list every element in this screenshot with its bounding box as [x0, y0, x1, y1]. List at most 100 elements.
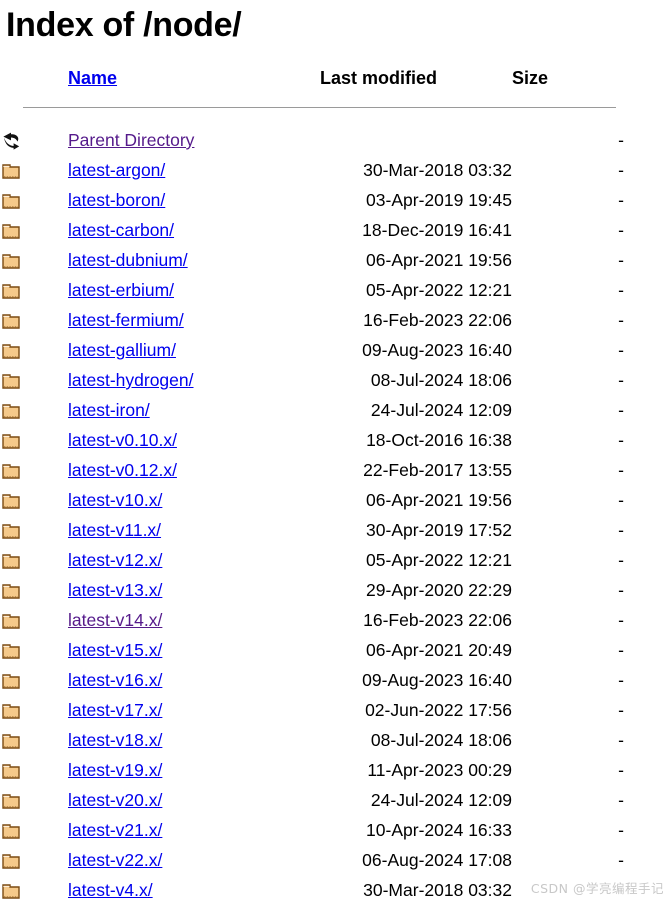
row-name-cell: latest-v22.x/ — [68, 845, 320, 875]
page-title: Index of /node/ — [6, 6, 242, 44]
row-last-modified-cell: 10-Apr-2024 16:33 — [366, 820, 512, 840]
row-description-cell — [624, 785, 672, 815]
row-name-cell: latest-v4.x/ — [68, 875, 320, 905]
row-size-cell: - — [618, 670, 624, 690]
row-description-cell — [624, 755, 672, 785]
row-description-cell — [624, 395, 672, 425]
folder-icon — [0, 700, 22, 722]
folder-icon — [0, 490, 22, 512]
directory-link[interactable]: latest-v13.x/ — [68, 580, 162, 600]
row-name-cell: latest-v12.x/ — [68, 545, 320, 575]
directory-link[interactable]: latest-dubnium/ — [68, 250, 188, 270]
directory-link[interactable]: latest-v10.x/ — [68, 490, 162, 510]
table-row: latest-v20.x/24-Jul-2024 12:09 - — [0, 785, 672, 815]
row-last-modified-cell: 29-Apr-2020 22:29 — [366, 580, 512, 600]
directory-link[interactable]: latest-v22.x/ — [68, 850, 162, 870]
directory-link[interactable]: latest-v14.x/ — [68, 610, 162, 630]
row-name-cell: latest-iron/ — [68, 395, 320, 425]
directory-link[interactable]: latest-v18.x/ — [68, 730, 162, 750]
row-last-modified-cell: 03-Apr-2019 19:45 — [366, 190, 512, 210]
row-size-cell: - — [618, 130, 624, 150]
column-header-name[interactable]: Name — [68, 68, 320, 95]
directory-link[interactable]: latest-v17.x/ — [68, 700, 162, 720]
directory-link[interactable]: latest-v0.10.x/ — [68, 430, 177, 450]
table-row: latest-v11.x/30-Apr-2019 17:52 - — [0, 515, 672, 545]
row-description-cell — [624, 695, 672, 725]
row-name-cell: latest-v21.x/ — [68, 815, 320, 845]
folder-icon — [0, 220, 22, 242]
directory-link[interactable]: latest-v11.x/ — [68, 520, 161, 540]
folder-icon — [0, 610, 22, 632]
row-last-modified-cell: 08-Jul-2024 18:06 — [370, 370, 512, 390]
directory-link[interactable]: Parent Directory — [68, 130, 194, 150]
row-name-cell: latest-carbon/ — [68, 215, 320, 245]
row-icon-cell — [0, 455, 68, 485]
directory-link[interactable]: latest-v0.12.x/ — [68, 460, 177, 480]
folder-icon — [0, 370, 22, 392]
folder-icon — [0, 520, 22, 542]
column-header-last-modified: Last modified — [320, 68, 438, 88]
directory-link[interactable]: latest-iron/ — [68, 400, 150, 420]
row-size-cell: - — [618, 310, 624, 330]
folder-icon — [0, 550, 22, 572]
row-icon-cell — [0, 605, 68, 635]
directory-link[interactable]: latest-v20.x/ — [68, 790, 162, 810]
row-name-cell: Parent Directory — [68, 125, 320, 155]
row-last-modified-cell: 30-Apr-2019 17:52 — [366, 520, 512, 540]
row-size-cell: - — [618, 700, 624, 720]
header-rule-row — [0, 95, 672, 125]
row-icon-cell — [0, 335, 68, 365]
row-size-cell: - — [618, 400, 624, 420]
directory-link[interactable]: latest-v16.x/ — [68, 670, 162, 690]
row-description-cell — [624, 545, 672, 575]
row-size-cell: - — [618, 790, 624, 810]
directory-link[interactable]: latest-fermium/ — [68, 310, 184, 330]
row-description-cell — [624, 605, 672, 635]
row-name-cell: latest-v19.x/ — [68, 755, 320, 785]
directory-link[interactable]: latest-v19.x/ — [68, 760, 162, 780]
directory-link[interactable]: latest-v21.x/ — [68, 820, 162, 840]
folder-icon — [0, 400, 22, 422]
folder-icon — [0, 640, 22, 662]
table-row: latest-v16.x/09-Aug-2023 16:40 - — [0, 665, 672, 695]
row-name-cell: latest-boron/ — [68, 185, 320, 215]
directory-link[interactable]: latest-v15.x/ — [68, 640, 162, 660]
directory-link[interactable]: latest-gallium/ — [68, 340, 176, 360]
row-name-cell: latest-v0.10.x/ — [68, 425, 320, 455]
row-description-cell — [624, 635, 672, 665]
table-row: latest-boron/03-Apr-2019 19:45 - — [0, 185, 672, 215]
row-size-cell: - — [618, 250, 624, 270]
column-header-icon — [0, 68, 68, 95]
directory-link[interactable]: latest-erbium/ — [68, 280, 174, 300]
directory-link[interactable]: latest-v4.x/ — [68, 880, 153, 900]
row-description-cell — [624, 455, 672, 485]
table-row: Parent Directory - — [0, 125, 672, 155]
table-row: latest-v14.x/16-Feb-2023 22:06 - — [0, 605, 672, 635]
row-icon-cell — [0, 245, 68, 275]
row-description-cell — [624, 485, 672, 515]
row-last-modified-cell: 16-Feb-2023 22:06 — [363, 610, 512, 630]
table-row: latest-dubnium/06-Apr-2021 19:56 - — [0, 245, 672, 275]
row-description-cell — [624, 275, 672, 305]
row-last-modified-cell: 09-Aug-2023 16:40 — [362, 670, 512, 690]
table-row: latest-fermium/16-Feb-2023 22:06 - — [0, 305, 672, 335]
sort-by-name-link[interactable]: Name — [68, 68, 117, 88]
directory-link[interactable]: latest-argon/ — [68, 160, 165, 180]
directory-link[interactable]: latest-carbon/ — [68, 220, 174, 240]
table-row: latest-v18.x/08-Jul-2024 18:06 - — [0, 725, 672, 755]
directory-link[interactable]: latest-boron/ — [68, 190, 165, 210]
row-size-cell: - — [618, 490, 624, 510]
folder-icon — [0, 310, 22, 332]
row-size-cell: - — [618, 190, 624, 210]
column-header-spacer — [624, 68, 672, 95]
table-row: latest-v12.x/05-Apr-2022 12:21 - — [0, 545, 672, 575]
directory-link[interactable]: latest-v12.x/ — [68, 550, 162, 570]
row-icon-cell — [0, 215, 68, 245]
row-description-cell — [624, 515, 672, 545]
directory-link[interactable]: latest-hydrogen/ — [68, 370, 194, 390]
row-icon-cell — [0, 485, 68, 515]
row-name-cell: latest-v15.x/ — [68, 635, 320, 665]
folder-icon — [0, 760, 22, 782]
row-icon-cell — [0, 695, 68, 725]
row-size-cell: - — [618, 280, 624, 300]
